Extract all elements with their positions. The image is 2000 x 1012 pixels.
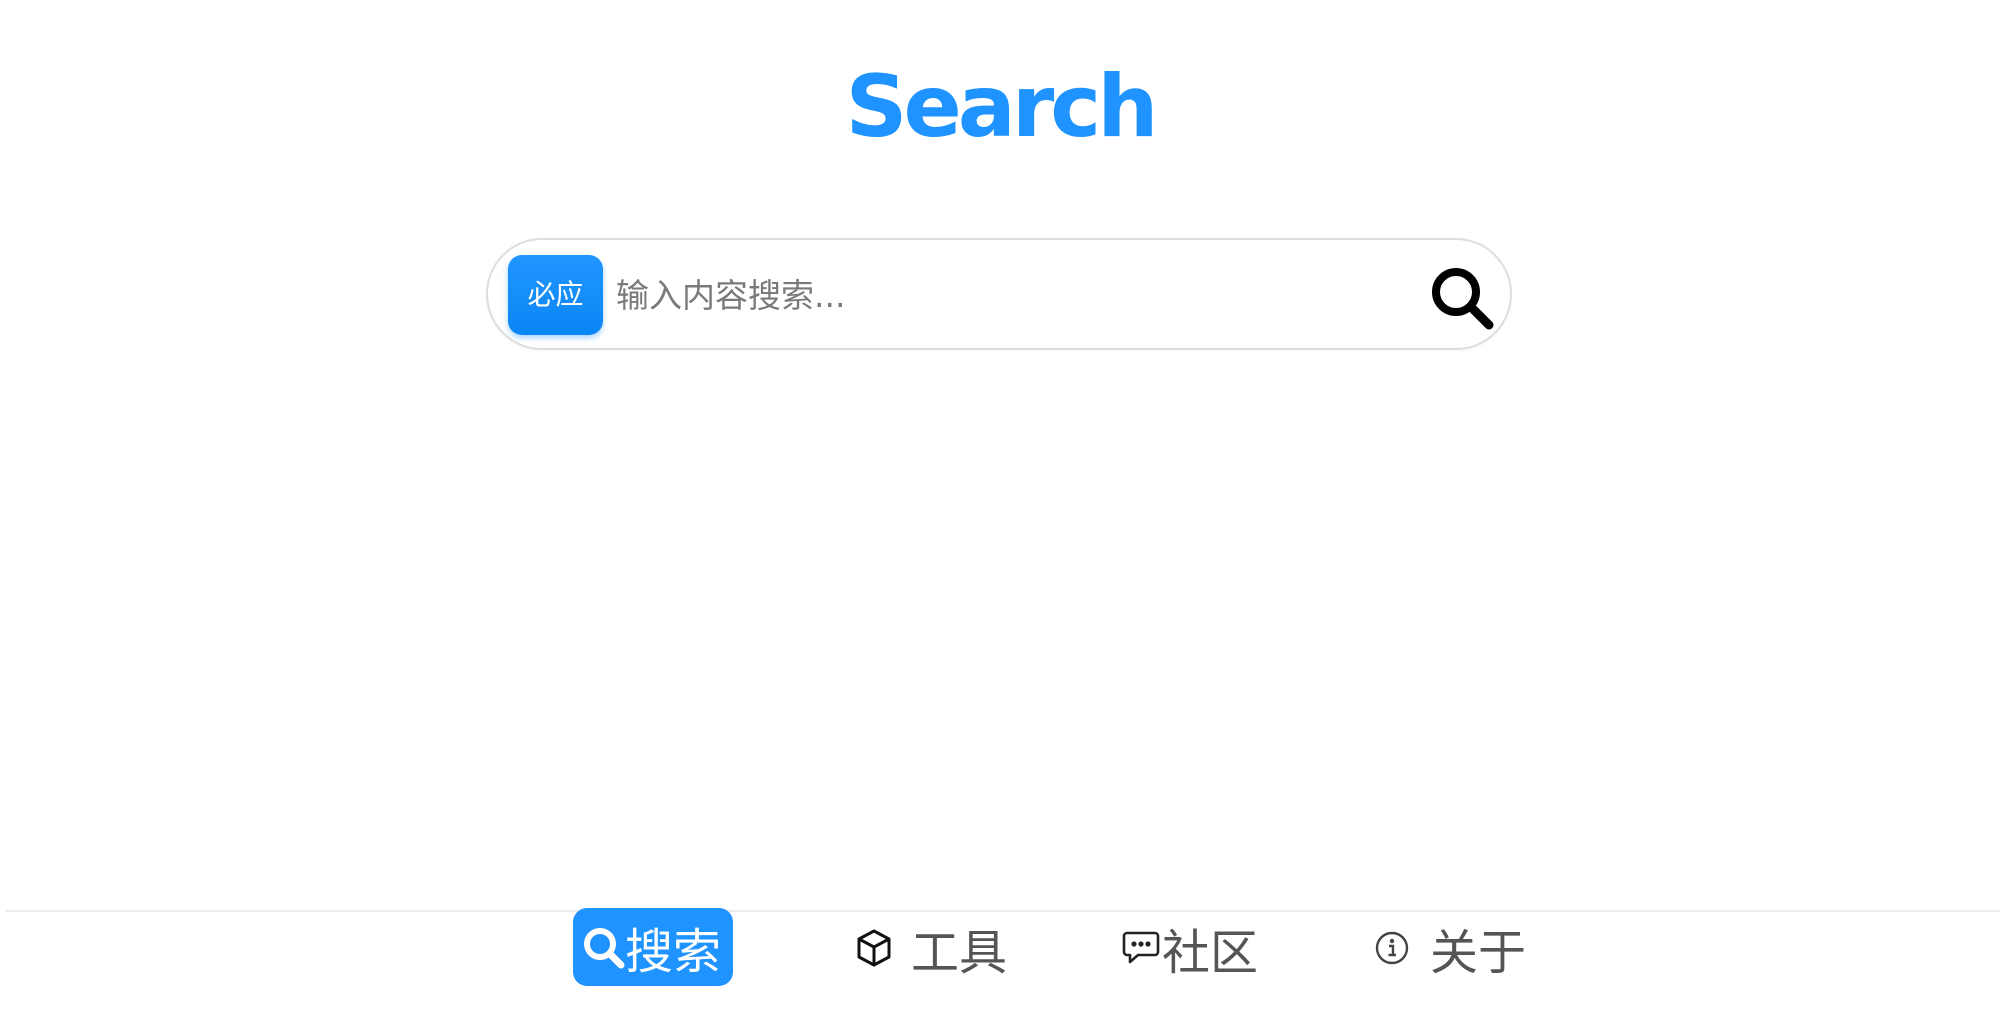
nav-item-label: 社区 bbox=[1162, 925, 1259, 981]
nav-item-tools[interactable]: 工具 bbox=[855, 908, 1007, 988]
nav-item-search[interactable]: 搜索 bbox=[573, 908, 733, 986]
nav-item-community[interactable]: 社区 bbox=[1122, 908, 1258, 988]
search-icon bbox=[1432, 268, 1494, 330]
nav-item-label: 工具 bbox=[911, 925, 1008, 981]
info-icon bbox=[1374, 930, 1410, 966]
search-icon bbox=[581, 925, 625, 969]
search-bar: 必应 bbox=[486, 238, 1512, 350]
search-input[interactable] bbox=[616, 260, 1396, 330]
bottom-nav: 搜索 工具 社区 关于 bbox=[0, 908, 2000, 1012]
nav-item-about[interactable]: 关于 bbox=[1374, 908, 1526, 988]
chat-bubble-icon bbox=[1122, 929, 1160, 967]
page: Search 必应 搜索 bbox=[0, 0, 2000, 1012]
nav-item-label: 搜索 bbox=[625, 924, 722, 980]
logo: Search bbox=[845, 57, 1159, 157]
search-submit-button[interactable] bbox=[1428, 264, 1496, 332]
nav-item-label: 关于 bbox=[1430, 925, 1527, 981]
cube-icon bbox=[855, 928, 893, 968]
search-engine-button[interactable]: 必应 bbox=[508, 255, 603, 335]
